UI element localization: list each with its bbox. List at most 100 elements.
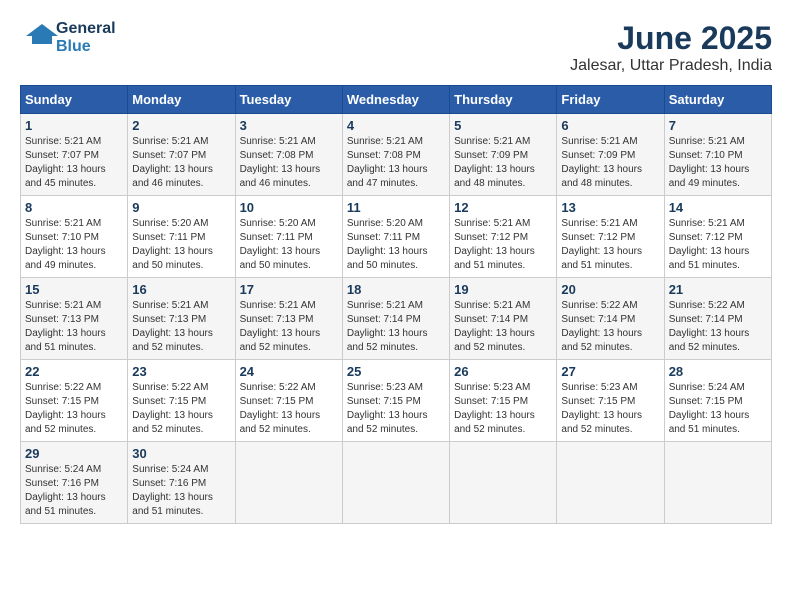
day-number: 6 <box>561 118 659 133</box>
day-info: Sunrise: 5:21 AM Sunset: 7:12 PM Dayligh… <box>454 217 552 273</box>
calendar-week-1: 1 Sunrise: 5:21 AM Sunset: 7:07 PM Dayli… <box>21 114 772 196</box>
col-saturday: Saturday <box>664 86 771 114</box>
calendar-cell: 21 Sunrise: 5:22 AM Sunset: 7:14 PM Dayl… <box>664 278 771 360</box>
day-info: Sunrise: 5:21 AM Sunset: 7:07 PM Dayligh… <box>25 135 123 191</box>
day-info: Sunrise: 5:21 AM Sunset: 7:09 PM Dayligh… <box>561 135 659 191</box>
day-number: 25 <box>347 364 445 379</box>
day-number: 8 <box>25 200 123 215</box>
calendar-week-2: 8 Sunrise: 5:21 AM Sunset: 7:10 PM Dayli… <box>21 196 772 278</box>
calendar-cell: 10 Sunrise: 5:20 AM Sunset: 7:11 PM Dayl… <box>235 196 342 278</box>
day-info: Sunrise: 5:21 AM Sunset: 7:10 PM Dayligh… <box>669 135 767 191</box>
day-info: Sunrise: 5:22 AM Sunset: 7:15 PM Dayligh… <box>240 381 338 437</box>
calendar-cell: 19 Sunrise: 5:21 AM Sunset: 7:14 PM Dayl… <box>450 278 557 360</box>
day-number: 3 <box>240 118 338 133</box>
col-friday: Friday <box>557 86 664 114</box>
header: General Blue June 2025 Jalesar, Uttar Pr… <box>20 20 772 75</box>
calendar-cell: 1 Sunrise: 5:21 AM Sunset: 7:07 PM Dayli… <box>21 114 128 196</box>
day-info: Sunrise: 5:21 AM Sunset: 7:13 PM Dayligh… <box>240 299 338 355</box>
day-info: Sunrise: 5:23 AM Sunset: 7:15 PM Dayligh… <box>347 381 445 437</box>
day-number: 9 <box>132 200 230 215</box>
calendar-cell: 12 Sunrise: 5:21 AM Sunset: 7:12 PM Dayl… <box>450 196 557 278</box>
day-number: 30 <box>132 446 230 461</box>
day-number: 26 <box>454 364 552 379</box>
calendar-week-4: 22 Sunrise: 5:22 AM Sunset: 7:15 PM Dayl… <box>21 360 772 442</box>
day-info: Sunrise: 5:22 AM Sunset: 7:14 PM Dayligh… <box>669 299 767 355</box>
col-monday: Monday <box>128 86 235 114</box>
day-info: Sunrise: 5:22 AM Sunset: 7:15 PM Dayligh… <box>132 381 230 437</box>
calendar-cell: 9 Sunrise: 5:20 AM Sunset: 7:11 PM Dayli… <box>128 196 235 278</box>
day-info: Sunrise: 5:24 AM Sunset: 7:16 PM Dayligh… <box>132 463 230 519</box>
day-info: Sunrise: 5:24 AM Sunset: 7:15 PM Dayligh… <box>669 381 767 437</box>
day-number: 7 <box>669 118 767 133</box>
day-info: Sunrise: 5:24 AM Sunset: 7:16 PM Dayligh… <box>25 463 123 519</box>
calendar-cell: 16 Sunrise: 5:21 AM Sunset: 7:13 PM Dayl… <box>128 278 235 360</box>
header-row: Sunday Monday Tuesday Wednesday Thursday… <box>21 86 772 114</box>
day-info: Sunrise: 5:21 AM Sunset: 7:10 PM Dayligh… <box>25 217 123 273</box>
day-info: Sunrise: 5:21 AM Sunset: 7:08 PM Dayligh… <box>347 135 445 191</box>
calendar-cell: 6 Sunrise: 5:21 AM Sunset: 7:09 PM Dayli… <box>557 114 664 196</box>
calendar-cell: 14 Sunrise: 5:21 AM Sunset: 7:12 PM Dayl… <box>664 196 771 278</box>
day-info: Sunrise: 5:23 AM Sunset: 7:15 PM Dayligh… <box>561 381 659 437</box>
day-number: 28 <box>669 364 767 379</box>
calendar-cell: 23 Sunrise: 5:22 AM Sunset: 7:15 PM Dayl… <box>128 360 235 442</box>
calendar-cell: 28 Sunrise: 5:24 AM Sunset: 7:15 PM Dayl… <box>664 360 771 442</box>
day-info: Sunrise: 5:21 AM Sunset: 7:09 PM Dayligh… <box>454 135 552 191</box>
day-info: Sunrise: 5:21 AM Sunset: 7:14 PM Dayligh… <box>454 299 552 355</box>
col-wednesday: Wednesday <box>342 86 449 114</box>
day-info: Sunrise: 5:22 AM Sunset: 7:14 PM Dayligh… <box>561 299 659 355</box>
month-title: June 2025 <box>570 20 772 57</box>
day-number: 19 <box>454 282 552 297</box>
calendar-cell: 22 Sunrise: 5:22 AM Sunset: 7:15 PM Dayl… <box>21 360 128 442</box>
calendar-cell <box>342 442 449 524</box>
day-number: 18 <box>347 282 445 297</box>
calendar-cell: 17 Sunrise: 5:21 AM Sunset: 7:13 PM Dayl… <box>235 278 342 360</box>
day-info: Sunrise: 5:20 AM Sunset: 7:11 PM Dayligh… <box>240 217 338 273</box>
day-info: Sunrise: 5:23 AM Sunset: 7:15 PM Dayligh… <box>454 381 552 437</box>
logo: General Blue <box>20 20 116 55</box>
day-number: 11 <box>347 200 445 215</box>
calendar-cell: 30 Sunrise: 5:24 AM Sunset: 7:16 PM Dayl… <box>128 442 235 524</box>
calendar-cell: 27 Sunrise: 5:23 AM Sunset: 7:15 PM Dayl… <box>557 360 664 442</box>
day-number: 4 <box>347 118 445 133</box>
day-info: Sunrise: 5:21 AM Sunset: 7:12 PM Dayligh… <box>669 217 767 273</box>
day-number: 13 <box>561 200 659 215</box>
day-number: 14 <box>669 200 767 215</box>
calendar-week-3: 15 Sunrise: 5:21 AM Sunset: 7:13 PM Dayl… <box>21 278 772 360</box>
calendar-cell: 29 Sunrise: 5:24 AM Sunset: 7:16 PM Dayl… <box>21 442 128 524</box>
day-number: 1 <box>25 118 123 133</box>
title-area: June 2025 Jalesar, Uttar Pradesh, India <box>570 20 772 75</box>
day-number: 17 <box>240 282 338 297</box>
calendar-cell: 3 Sunrise: 5:21 AM Sunset: 7:08 PM Dayli… <box>235 114 342 196</box>
calendar-cell: 13 Sunrise: 5:21 AM Sunset: 7:12 PM Dayl… <box>557 196 664 278</box>
day-number: 5 <box>454 118 552 133</box>
day-number: 22 <box>25 364 123 379</box>
calendar-cell: 18 Sunrise: 5:21 AM Sunset: 7:14 PM Dayl… <box>342 278 449 360</box>
day-number: 2 <box>132 118 230 133</box>
day-info: Sunrise: 5:21 AM Sunset: 7:07 PM Dayligh… <box>132 135 230 191</box>
day-number: 24 <box>240 364 338 379</box>
day-info: Sunrise: 5:21 AM Sunset: 7:14 PM Dayligh… <box>347 299 445 355</box>
calendar-cell: 20 Sunrise: 5:22 AM Sunset: 7:14 PM Dayl… <box>557 278 664 360</box>
day-info: Sunrise: 5:20 AM Sunset: 7:11 PM Dayligh… <box>132 217 230 273</box>
calendar-cell: 5 Sunrise: 5:21 AM Sunset: 7:09 PM Dayli… <box>450 114 557 196</box>
calendar-cell: 25 Sunrise: 5:23 AM Sunset: 7:15 PM Dayl… <box>342 360 449 442</box>
day-info: Sunrise: 5:21 AM Sunset: 7:08 PM Dayligh… <box>240 135 338 191</box>
col-sunday: Sunday <box>21 86 128 114</box>
day-info: Sunrise: 5:21 AM Sunset: 7:13 PM Dayligh… <box>25 299 123 355</box>
calendar-cell: 4 Sunrise: 5:21 AM Sunset: 7:08 PM Dayli… <box>342 114 449 196</box>
calendar-cell <box>557 442 664 524</box>
calendar-cell: 11 Sunrise: 5:20 AM Sunset: 7:11 PM Dayl… <box>342 196 449 278</box>
col-tuesday: Tuesday <box>235 86 342 114</box>
calendar-table: Sunday Monday Tuesday Wednesday Thursday… <box>20 85 772 524</box>
day-info: Sunrise: 5:21 AM Sunset: 7:13 PM Dayligh… <box>132 299 230 355</box>
calendar-cell <box>664 442 771 524</box>
day-number: 12 <box>454 200 552 215</box>
calendar-cell: 15 Sunrise: 5:21 AM Sunset: 7:13 PM Dayl… <box>21 278 128 360</box>
calendar-week-5: 29 Sunrise: 5:24 AM Sunset: 7:16 PM Dayl… <box>21 442 772 524</box>
day-number: 10 <box>240 200 338 215</box>
calendar-cell <box>450 442 557 524</box>
day-number: 21 <box>669 282 767 297</box>
location-title: Jalesar, Uttar Pradesh, India <box>570 57 772 75</box>
day-number: 23 <box>132 364 230 379</box>
day-number: 15 <box>25 282 123 297</box>
